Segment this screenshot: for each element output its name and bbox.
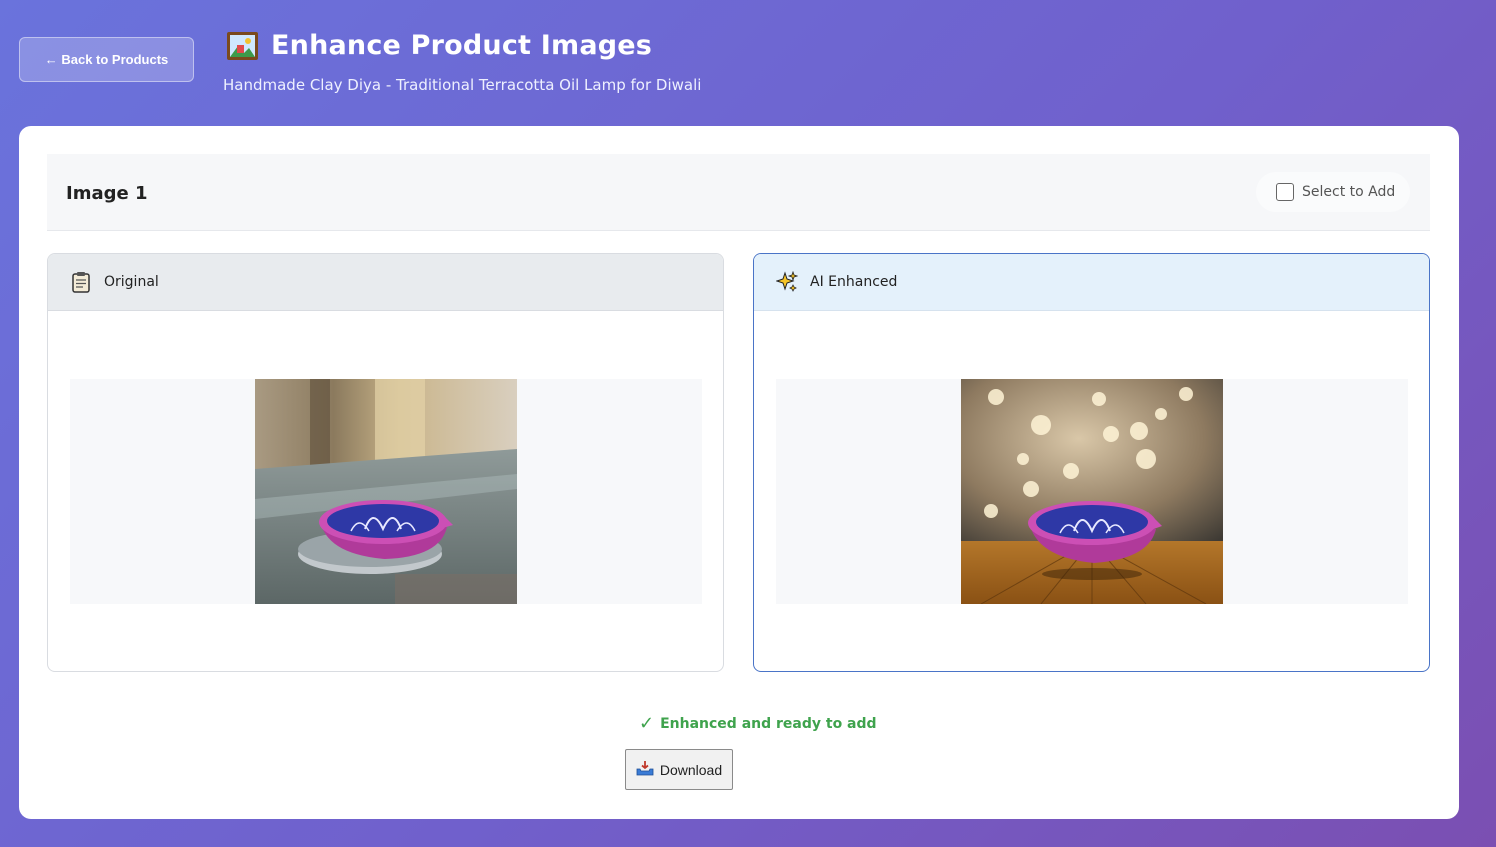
image-label: Image 1 <box>66 183 148 204</box>
enhanced-product-image <box>961 379 1223 604</box>
enhanced-panel-header: AI Enhanced <box>754 254 1429 311</box>
image-card-header: Image 1 Select to Add <box>47 154 1430 231</box>
original-panel-label: Original <box>104 274 159 290</box>
inbox-tray-icon <box>636 760 654 779</box>
sparkles-icon <box>776 271 798 293</box>
select-checkbox[interactable] <box>1276 183 1294 201</box>
back-to-products-button[interactable]: ← Back to Products <box>19 37 194 82</box>
select-to-add-label: Select to Add <box>1302 184 1396 200</box>
product-subtitle: Handmade Clay Diya - Traditional Terraco… <box>223 76 702 94</box>
check-icon: ✓ <box>639 713 655 734</box>
original-product-image <box>255 379 517 604</box>
download-label: Download <box>659 761 723 778</box>
download-button[interactable]: Download <box>625 749 733 790</box>
image-card: Image 1 Select to Add Original AI Enhanc… <box>19 126 1459 819</box>
enhanced-panel-label: AI Enhanced <box>810 274 898 290</box>
original-panel-header: Original <box>48 254 723 311</box>
original-image-area <box>70 379 702 604</box>
original-panel: Original <box>47 253 724 672</box>
enhancement-status: ✓ Enhanced and ready to add <box>639 713 877 734</box>
clipboard-icon <box>70 271 92 293</box>
enhanced-panel: AI Enhanced <box>753 253 1430 672</box>
page-title: Enhance Product Images <box>271 30 653 61</box>
page-title-row: Enhance Product Images <box>226 30 652 61</box>
select-to-add-toggle[interactable]: Select to Add <box>1256 172 1410 212</box>
status-text: Enhanced and ready to add <box>660 715 877 732</box>
framed-picture-icon <box>226 31 259 61</box>
enhanced-image-area <box>776 379 1408 604</box>
